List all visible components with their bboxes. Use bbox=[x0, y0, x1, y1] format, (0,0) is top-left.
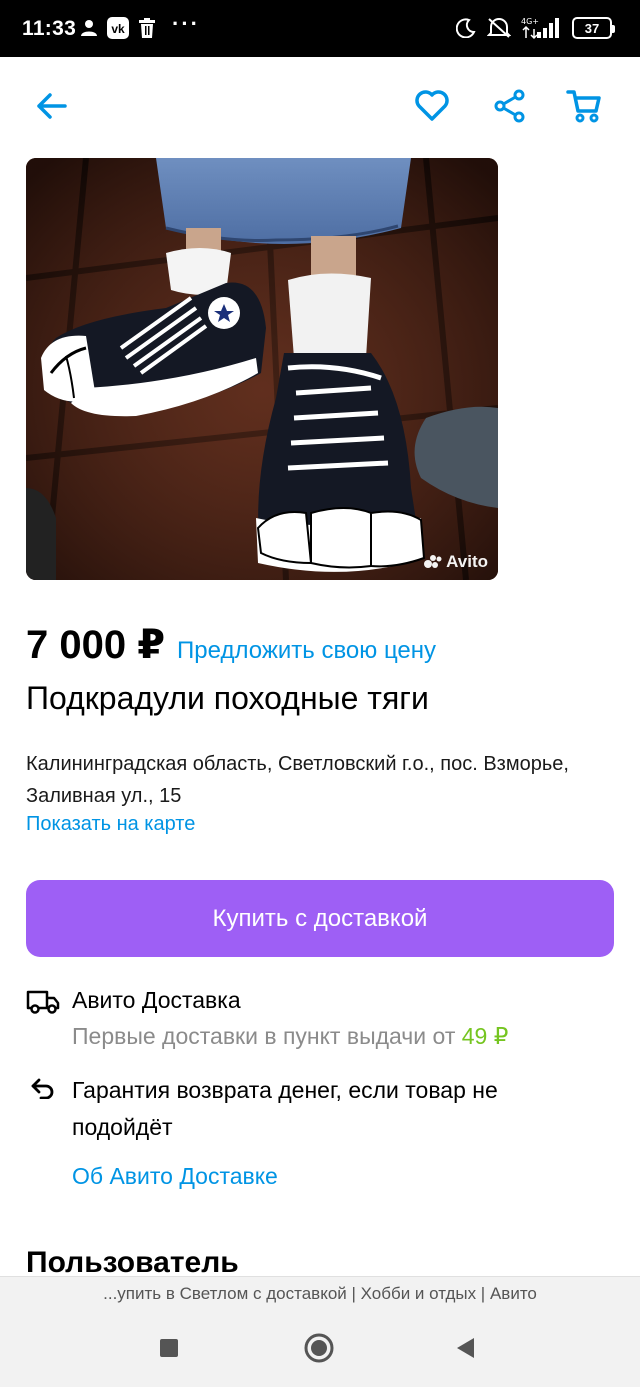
browser-title-bar[interactable]: ...упить в Светлом с доставкой | Хобби и… bbox=[0, 1276, 640, 1310]
recent-apps-button[interactable] bbox=[147, 1326, 191, 1370]
battery-icon: 37 bbox=[570, 16, 615, 40]
about-delivery-link[interactable]: Об Авито Доставке bbox=[72, 1163, 278, 1190]
vk-icon: vk bbox=[106, 16, 130, 40]
trash-icon bbox=[138, 16, 156, 40]
network-type-label: 4G+ bbox=[521, 17, 539, 26]
status-time: 11:33 bbox=[22, 17, 77, 40]
back-arrow-icon bbox=[37, 93, 67, 119]
more-dots-icon: ··· bbox=[172, 11, 200, 36]
browser-page-title: ...упить в Светлом с доставкой | Хобби и… bbox=[103, 1283, 537, 1303]
listing-title: Подкрадули походные тяги bbox=[26, 680, 429, 716]
avito-logo-icon bbox=[424, 555, 442, 569]
recent-apps-icon bbox=[160, 1339, 178, 1357]
moon-icon bbox=[455, 16, 477, 40]
offer-price-link[interactable]: Предложить свою цену bbox=[177, 637, 436, 665]
heart-icon bbox=[415, 90, 449, 121]
listing-photo[interactable]: Avito bbox=[26, 158, 498, 580]
system-nav-bar bbox=[0, 1310, 640, 1387]
status-bar: 11:33 vk ··· 4G+ 37 bbox=[0, 0, 640, 57]
truck-icon bbox=[26, 988, 60, 1016]
signal-icon: 4G+ bbox=[521, 16, 561, 40]
show-on-map-link[interactable]: Показать на карте bbox=[26, 813, 195, 836]
mute-icon bbox=[486, 16, 512, 40]
delivery-subtitle-text: Первые доставки в пункт выдачи от bbox=[72, 1023, 456, 1049]
user-section-title: Пользователь bbox=[26, 1246, 239, 1279]
delivery-subtitle: Первые доставки в пункт выдачи от 49 ₽ bbox=[72, 1023, 508, 1050]
back-button[interactable] bbox=[28, 82, 76, 130]
nav-back-button[interactable] bbox=[443, 1326, 487, 1370]
app-bar bbox=[0, 57, 640, 152]
watermark-text: Avito bbox=[446, 552, 488, 571]
favorite-button[interactable] bbox=[408, 82, 456, 130]
share-icon bbox=[494, 89, 525, 123]
back-triangle-icon bbox=[457, 1338, 474, 1358]
cart-button[interactable] bbox=[560, 82, 608, 130]
person-icon bbox=[80, 16, 98, 40]
address: Калининградская область, Светловский г.о… bbox=[26, 753, 569, 807]
price-row: 7 000 ₽ Предложить свою цену bbox=[26, 622, 436, 668]
delivery-title: Авито Доставка bbox=[72, 987, 241, 1013]
svg-text:vk: vk bbox=[111, 22, 125, 36]
money-back-guarantee: Гарантия возврата денег, если товар не п… bbox=[72, 1077, 498, 1140]
home-button[interactable] bbox=[297, 1326, 341, 1370]
return-arrow-icon bbox=[26, 1074, 60, 1102]
home-icon bbox=[304, 1333, 334, 1363]
share-button[interactable] bbox=[486, 82, 534, 130]
price: 7 000 ₽ bbox=[26, 623, 166, 667]
cart-icon bbox=[566, 90, 601, 123]
avito-watermark: Avito bbox=[424, 552, 488, 572]
battery-level: 37 bbox=[572, 17, 615, 39]
delivery-price: 49 ₽ bbox=[461, 1023, 509, 1049]
buy-with-delivery-button[interactable]: Купить с доставкой bbox=[26, 880, 614, 957]
sneakers-photo bbox=[26, 158, 498, 580]
